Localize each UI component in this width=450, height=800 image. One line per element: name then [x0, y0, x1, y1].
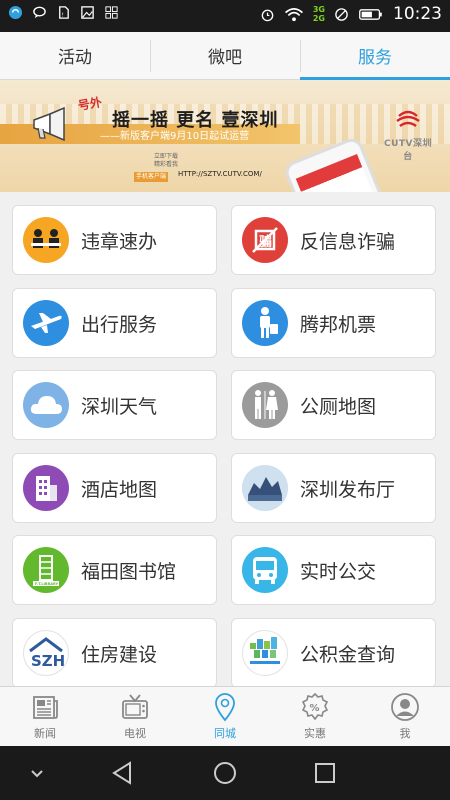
hotel-icon [23, 465, 69, 511]
services-grid: 违章速办 骗 反信息诈骗 出行服务 腾邦机票 深圳天气 公厕地图 酒店地图 深圳… [0, 192, 450, 686]
shenzhen-release-icon [242, 465, 288, 511]
user-icon [391, 693, 419, 721]
chat-icon [33, 6, 46, 19]
service-housing-fund[interactable]: 公积金查询 [231, 618, 436, 686]
traffic-violation-icon [23, 217, 69, 263]
banner-url: HTTP://SZTV.CUTV.COM/ [178, 170, 262, 178]
alarm-icon [261, 9, 274, 21]
service-weather[interactable]: 深圳天气 [12, 370, 217, 440]
wifi-icon [284, 7, 303, 21]
housing-fund-icon [242, 630, 288, 676]
service-realtime-bus[interactable]: 实时公交 [231, 535, 436, 605]
image-icon [81, 6, 94, 19]
newspaper-icon [33, 696, 58, 719]
tab-activities[interactable]: 活动 [0, 32, 150, 79]
recents-icon[interactable] [310, 758, 340, 788]
svg-text:%: % [310, 703, 320, 714]
svg-text:!: ! [62, 12, 64, 18]
library-icon: F.T.LIBRARY [23, 547, 69, 593]
back-icon[interactable] [108, 758, 138, 788]
airplane-icon [23, 300, 69, 346]
no-sim-icon [335, 7, 348, 21]
promo-banner[interactable]: 号外 摇一摇 更名 壹深圳 ——新版客户端9月10日起试运营 立即下载 精彩看我… [0, 80, 450, 192]
banner-small-text: 立即下载 精彩看我 [154, 153, 179, 168]
nav-local[interactable]: 同城 [180, 687, 270, 746]
service-anti-fraud[interactable]: 骗 反信息诈骗 [231, 205, 436, 275]
location-pin-icon [215, 693, 235, 722]
svg-text:SZHC: SZHC [31, 652, 66, 670]
service-restroom-map[interactable]: 公厕地图 [231, 370, 436, 440]
sim-icon: ! [59, 6, 69, 19]
service-hotel-map[interactable]: 酒店地图 [12, 453, 217, 523]
clock: 10:23 [393, 4, 442, 24]
nav-news[interactable]: 新闻 [0, 687, 90, 746]
tab-weiba[interactable]: 微吧 [150, 32, 300, 79]
tv-icon [122, 694, 148, 719]
grid-icon [105, 6, 118, 19]
app-notification-icon [8, 5, 23, 20]
system-nav-bar [0, 746, 450, 800]
status-bar: ! 3G 2G 10:23 [0, 0, 450, 32]
megaphone-icon [33, 106, 65, 142]
discount-icon: % [301, 692, 329, 721]
banner-url-label: 手机客户端 [134, 172, 169, 182]
cloud-icon [23, 382, 69, 428]
cutv-logo: CUTV深圳台 [380, 110, 436, 162]
housing-icon: SZHC [23, 630, 69, 676]
tab-services[interactable]: 服务 [300, 32, 450, 80]
restroom-icon [242, 382, 288, 428]
network-indicator: 3G 2G [312, 5, 325, 23]
service-futian-library[interactable]: F.T.LIBRARY 福田图书馆 [12, 535, 217, 605]
banner-subline: ——新版客户端9月10日起试运营 [100, 131, 250, 142]
traveler-icon [242, 300, 288, 346]
nav-me[interactable]: 我 [360, 687, 450, 746]
chevron-down-icon[interactable] [22, 758, 52, 788]
service-tempus-flights[interactable]: 腾邦机票 [231, 288, 436, 358]
service-housing-construction[interactable]: SZHC 住房建设 [12, 618, 217, 686]
nav-tv[interactable]: 电视 [90, 687, 180, 746]
cutv-logo-icon [396, 110, 420, 128]
top-tab-bar: 活动 微吧 服务 [0, 32, 450, 80]
anti-fraud-icon: 骗 [242, 217, 288, 263]
home-icon[interactable] [210, 758, 240, 788]
bus-icon [242, 547, 288, 593]
bottom-nav: 新闻 电视 同城 % 实惠 我 [0, 686, 450, 746]
service-travel[interactable]: 出行服务 [12, 288, 217, 358]
svg-text:F.T.LIBRARY: F.T.LIBRARY [35, 582, 58, 586]
service-traffic-violation[interactable]: 违章速办 [12, 205, 217, 275]
battery-icon [359, 8, 382, 20]
nav-deals[interactable]: % 实惠 [270, 687, 360, 746]
service-shenzhen-release[interactable]: 深圳发布厅 [231, 453, 436, 523]
